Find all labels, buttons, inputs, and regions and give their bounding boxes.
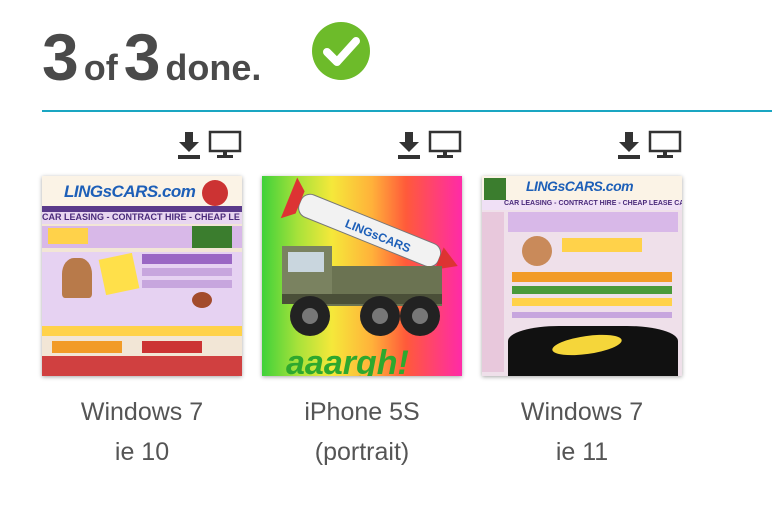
- site-subtitle: CAR LEASING - CONTRACT HIRE - CHEAP LE: [42, 212, 242, 224]
- done-count: 3: [42, 20, 79, 94]
- site-logo: LINGsCARS.com: [526, 178, 634, 194]
- browser-name: ie 10: [114, 438, 170, 466]
- download-icon[interactable]: [616, 130, 642, 165]
- os-name: iPhone 5S: [304, 398, 420, 426]
- os-name: Windows 7: [80, 398, 204, 426]
- download-icon[interactable]: [176, 130, 202, 165]
- device-label: Windows 7 ie 10: [42, 392, 242, 472]
- website-preview: LINGsCARS.com CAR LEASING - CONTRACT HIR…: [42, 176, 242, 376]
- card-tools: [176, 130, 242, 165]
- status-heading: 3 of 3 done.: [42, 10, 267, 90]
- download-icon[interactable]: [396, 130, 422, 165]
- total-count: 3: [123, 20, 161, 94]
- aaargh-text: aaargh!: [286, 344, 409, 376]
- divider: [42, 110, 772, 112]
- browser-name: (portrait): [314, 438, 410, 466]
- website-preview: LINGsCARS.com CAR LEASING - CONTRACT HIR…: [482, 176, 682, 376]
- site-logo: LINGsCARS.com: [64, 182, 196, 201]
- screenshot-thumbnail[interactable]: LINGsCARS.com CAR LEASING - CONTRACT HIR…: [482, 176, 682, 376]
- browser-name: ie 11: [555, 438, 609, 466]
- os-name: Windows 7: [520, 398, 644, 426]
- site-subtitle: CAR LEASING - CONTRACT HIRE - CHEAP LEAS…: [482, 200, 682, 210]
- device-label: iPhone 5S (portrait): [262, 392, 462, 472]
- device-label: Windows 7 ie 11: [482, 392, 682, 472]
- screenshot-thumbnail[interactable]: LINGsCARS.com CAR LEASING - CONTRACT HIR…: [42, 176, 242, 376]
- monitor-icon[interactable]: [428, 130, 462, 165]
- checkmark-icon: [312, 22, 370, 80]
- monitor-icon[interactable]: [208, 130, 242, 165]
- card-tools: [616, 130, 682, 165]
- screenshot-thumbnail[interactable]: LINGsCARS aaargh!: [262, 176, 462, 376]
- of-text: of: [83, 47, 118, 88]
- card-tools: [396, 130, 462, 165]
- monitor-icon[interactable]: [648, 130, 682, 165]
- rocket-truck-image: LINGsCARS aaargh!: [280, 177, 458, 376]
- done-text: done.: [165, 47, 262, 88]
